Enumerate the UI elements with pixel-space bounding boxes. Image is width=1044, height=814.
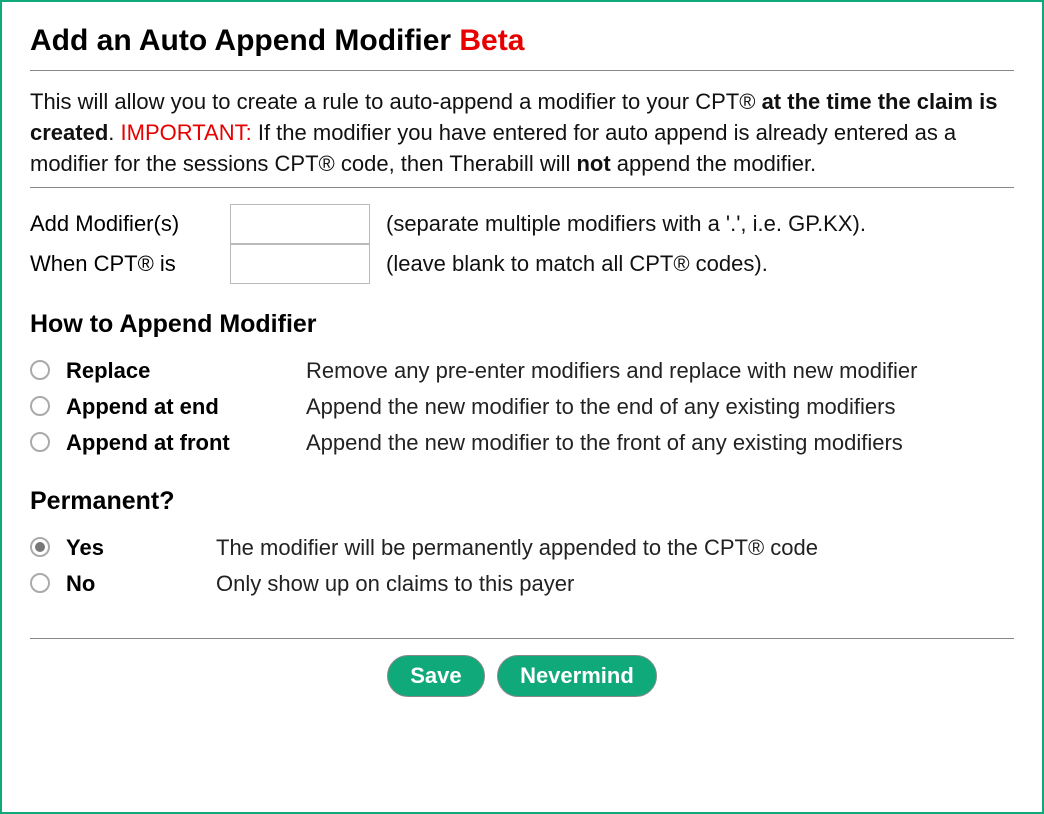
save-button[interactable]: Save — [387, 655, 484, 697]
title-main: Add an Auto Append Modifier — [30, 24, 459, 57]
intro-part: append the modifier. — [611, 151, 816, 176]
permanent-heading: Permanent? — [30, 487, 1014, 516]
when-cpt-input[interactable] — [230, 244, 370, 284]
option-desc: Only show up on claims to this payer — [216, 571, 574, 596]
intro-text: This will allow you to create a rule to … — [30, 87, 1014, 179]
intro-important: IMPORTANT: — [121, 120, 252, 145]
radio-replace[interactable] — [30, 360, 50, 380]
divider-2 — [30, 187, 1014, 188]
nevermind-button[interactable]: Nevermind — [497, 655, 657, 697]
title-beta: Beta — [459, 24, 524, 57]
how-append-heading: How to Append Modifier — [30, 310, 1014, 339]
divider-1 — [30, 70, 1014, 71]
page-title: Add an Auto Append Modifier Beta — [30, 24, 1014, 58]
option-label: Append at front — [66, 430, 230, 455]
button-bar: Save Nevermind — [30, 655, 1014, 697]
when-cpt-label: When CPT® is — [30, 251, 176, 276]
option-label: Replace — [66, 358, 150, 383]
option-desc: Remove any pre-enter modifiers and repla… — [306, 358, 917, 383]
how-append-options: Replace Remove any pre-enter modifiers a… — [30, 353, 1014, 461]
radio-append-end[interactable] — [30, 396, 50, 416]
option-label: Yes — [66, 535, 104, 560]
option-desc: Append the new modifier to the front of … — [306, 430, 903, 455]
add-modifier-label: Add Modifier(s) — [30, 211, 179, 236]
radio-permanent-no[interactable] — [30, 573, 50, 593]
permanent-options: Yes The modifier will be permanently app… — [30, 530, 1014, 602]
modifier-fields: Add Modifier(s) (separate multiple modif… — [30, 204, 866, 284]
radio-append-front[interactable] — [30, 432, 50, 452]
intro-bold-2: not — [576, 151, 610, 176]
option-desc: Append the new modifier to the end of an… — [306, 394, 895, 419]
intro-part: This will allow you to create a rule to … — [30, 89, 762, 114]
option-desc: The modifier will be permanently appende… — [216, 535, 818, 560]
radio-permanent-yes[interactable] — [30, 537, 50, 557]
divider-3 — [30, 638, 1014, 639]
dialog: Add an Auto Append Modifier Beta This wi… — [0, 0, 1044, 814]
add-modifier-input[interactable] — [230, 204, 370, 244]
option-label: No — [66, 571, 95, 596]
option-label: Append at end — [66, 394, 219, 419]
when-cpt-hint: (leave blank to match all CPT® codes). — [386, 251, 768, 276]
intro-part: . — [108, 120, 120, 145]
add-modifier-hint: (separate multiple modifiers with a '.',… — [386, 211, 866, 236]
